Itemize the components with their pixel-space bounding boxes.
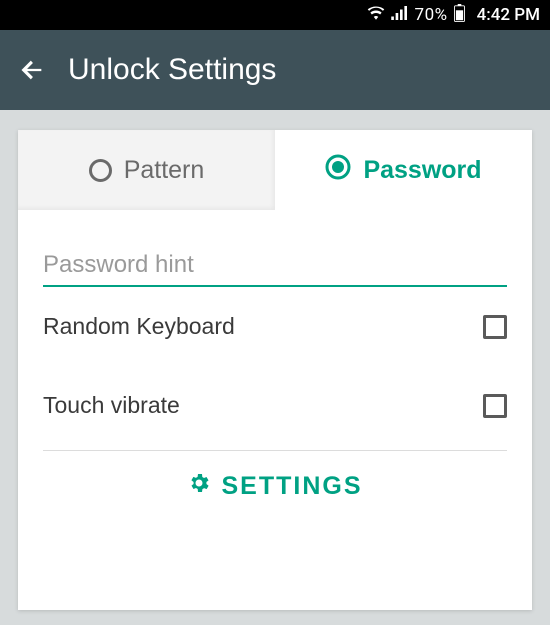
tab-pattern-label: Pattern	[124, 156, 205, 185]
clock: 4:42 PM	[477, 5, 540, 25]
radio-checked-icon	[325, 154, 351, 187]
settings-card: Pattern Password Random Keyboard Touch v…	[18, 130, 532, 610]
option-random-keyboard-label: Random Keyboard	[43, 313, 235, 340]
tab-password[interactable]: Password	[275, 130, 532, 210]
battery-percentage: 70%	[415, 5, 448, 25]
tab-pattern[interactable]: Pattern	[18, 130, 275, 210]
unlock-type-tabs: Pattern Password	[18, 130, 532, 210]
tab-content: Random Keyboard Touch vibrate SETTINGS	[18, 210, 532, 524]
option-touch-vibrate-label: Touch vibrate	[43, 392, 180, 419]
gear-icon	[187, 471, 211, 502]
settings-button[interactable]: SETTINGS	[43, 451, 507, 524]
checkbox-unchecked-icon[interactable]	[483, 394, 507, 418]
back-button[interactable]	[18, 56, 46, 84]
page-body: Pattern Password Random Keyboard Touch v…	[0, 110, 550, 610]
radio-unchecked-icon	[89, 159, 112, 182]
tab-password-label: Password	[363, 156, 481, 185]
settings-button-label: SETTINGS	[221, 472, 362, 501]
checkbox-unchecked-icon[interactable]	[483, 315, 507, 339]
option-touch-vibrate[interactable]: Touch vibrate	[43, 366, 507, 445]
signal-icon	[391, 5, 409, 25]
battery-icon	[454, 4, 465, 27]
status-bar: 70% 4:42 PM	[0, 0, 550, 30]
page-title: Unlock Settings	[68, 53, 276, 87]
password-hint-input[interactable]	[43, 245, 507, 287]
wifi-icon	[367, 5, 385, 25]
option-random-keyboard[interactable]: Random Keyboard	[43, 287, 507, 366]
app-bar: Unlock Settings	[0, 30, 550, 110]
